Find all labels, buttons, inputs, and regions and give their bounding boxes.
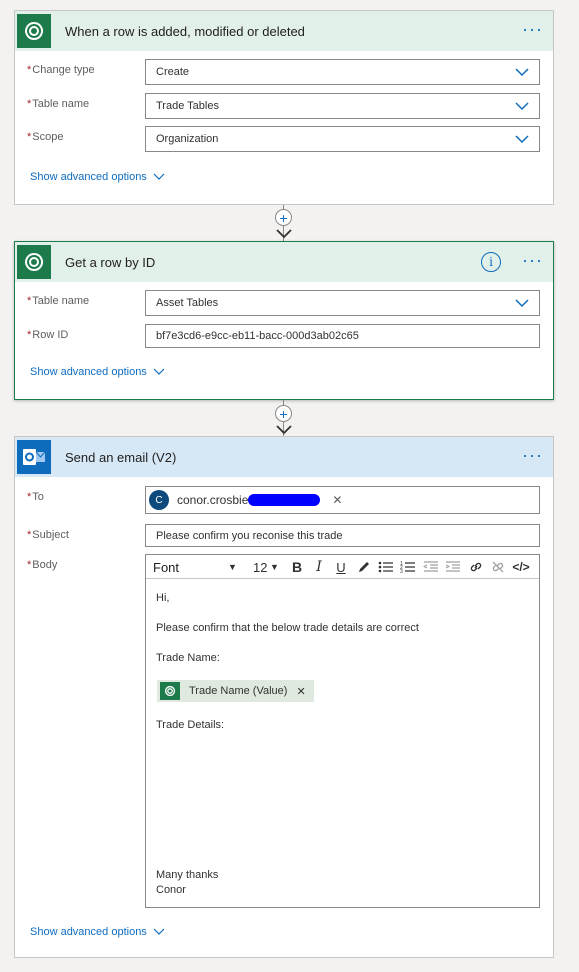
show-advanced-options-link[interactable]: Show advanced options [30,926,165,938]
send-email-card: Send an email (V2) ··· *To C conor.crosb… [14,436,554,958]
body-editor: Font ▼ 12 ▼ B I U 123 </> Hi, Please con… [145,554,540,908]
send-email-card-title: Send an email (V2) [65,449,177,465]
add-step-button[interactable]: + [275,405,292,422]
pen-icon[interactable] [355,558,373,576]
row-id-input[interactable]: bf7e3cd6-e9cc-eb11-bacc-000d3ab02c65 [145,324,540,348]
plus-icon: + [279,405,288,422]
caret-down-icon: ▼ [270,562,279,572]
recipient-token[interactable]: C conor.crosbie ✕ [149,490,342,510]
subject-row: *Subject Please confirm you reconise thi… [15,524,553,550]
arrow-down-icon [276,229,292,239]
change-type-row: *Change type Create [15,59,553,85]
avatar: C [149,490,169,510]
more-options-icon[interactable]: ··· [522,251,543,269]
numbered-list-icon[interactable]: 123 [399,558,417,576]
redaction-mark [248,494,321,506]
subject-label: *Subject [27,529,69,541]
chevron-down-icon [515,102,529,111]
outlook-icon [17,440,51,474]
remove-recipient-icon[interactable]: ✕ [332,493,342,507]
table-name-dropdown[interactable]: Asset Tables [145,290,540,316]
send-email-card-header[interactable]: Send an email (V2) ··· [15,437,553,477]
body-label: *Body [27,559,58,571]
scope-dropdown[interactable]: Organization [145,126,540,152]
arrow-down-icon [276,425,292,435]
chevron-down-icon [515,299,529,308]
chevron-down-icon [153,368,165,375]
to-row: *To C conor.crosbie ✕ [15,486,553,514]
body-line: Trade Name: [156,652,220,664]
body-line: Hi, [156,592,170,604]
decrease-indent-icon[interactable] [422,558,440,576]
change-type-label: *Change type [27,64,95,76]
dynamic-content-token[interactable]: Trade Name (Value) ✕ [157,680,314,702]
trigger-card-title: When a row is added, modified or deleted [65,23,305,39]
show-advanced-options-link[interactable]: Show advanced options [30,366,165,378]
editor-toolbar: Font ▼ 12 ▼ B I U 123 </> [146,555,539,579]
link-icon[interactable] [467,558,485,576]
row-id-label: *Row ID [27,329,69,341]
unlink-icon[interactable] [489,558,507,576]
show-advanced-options-link[interactable]: Show advanced options [30,171,165,183]
bold-icon[interactable]: B [288,558,306,576]
get-row-card-header[interactable]: Get a row by ID i ··· [15,242,553,282]
body-line: Please confirm that the below trade deta… [156,622,419,634]
table-name-dropdown[interactable]: Trade Tables [145,93,540,119]
chevron-down-icon [515,68,529,77]
scope-label: *Scope [27,131,64,143]
more-options-icon[interactable]: ··· [522,446,543,464]
underline-icon[interactable]: U [332,558,350,576]
caret-down-icon: ▼ [228,562,237,572]
table-name-label: *Table name [27,98,90,110]
chevron-down-icon [153,928,165,935]
bulleted-list-icon[interactable] [377,558,395,576]
font-size-dropdown[interactable]: 12 [253,560,267,575]
body-line: Many thanks [156,869,219,881]
body-line: Trade Details: [156,719,225,731]
scope-row: *Scope Organization [15,126,553,152]
svg-text:3: 3 [400,569,403,574]
to-input[interactable]: C conor.crosbie ✕ [145,486,540,514]
more-options-icon[interactable]: ··· [522,20,543,38]
table-name-label: *Table name [27,295,90,307]
dynamic-token-label: Trade Name (Value) [189,685,288,697]
dataverse-icon [160,682,180,700]
trigger-card: When a row is added, modified or deleted… [14,10,554,205]
dataverse-icon [17,14,51,48]
info-icon[interactable]: i [481,252,501,272]
get-row-card-title: Get a row by ID [65,254,156,270]
body-line: Conor [156,884,186,896]
dataverse-icon [17,245,51,279]
plus-icon: + [279,209,288,226]
table-name-row: *Table name Asset Tables [15,290,553,316]
increase-indent-icon[interactable] [444,558,462,576]
recipient-email: conor.crosbie [177,493,249,507]
font-dropdown[interactable]: Font [153,560,179,575]
chevron-down-icon [153,173,165,180]
code-view-icon[interactable]: </> [512,558,530,576]
trigger-card-header[interactable]: When a row is added, modified or deleted… [15,11,553,51]
change-type-dropdown[interactable]: Create [145,59,540,85]
subject-input[interactable]: Please confirm you reconise this trade [145,524,540,547]
to-label: *To [27,491,44,503]
chevron-down-icon [515,135,529,144]
add-step-button[interactable]: + [275,209,292,226]
remove-token-icon[interactable]: ✕ [296,685,305,698]
italic-icon[interactable]: I [310,558,328,576]
get-row-card: Get a row by ID i ··· *Table name Asset … [14,241,554,400]
row-id-row: *Row ID bf7e3cd6-e9cc-eb11-bacc-000d3ab0… [15,324,553,350]
table-name-row: *Table name Trade Tables [15,93,553,119]
